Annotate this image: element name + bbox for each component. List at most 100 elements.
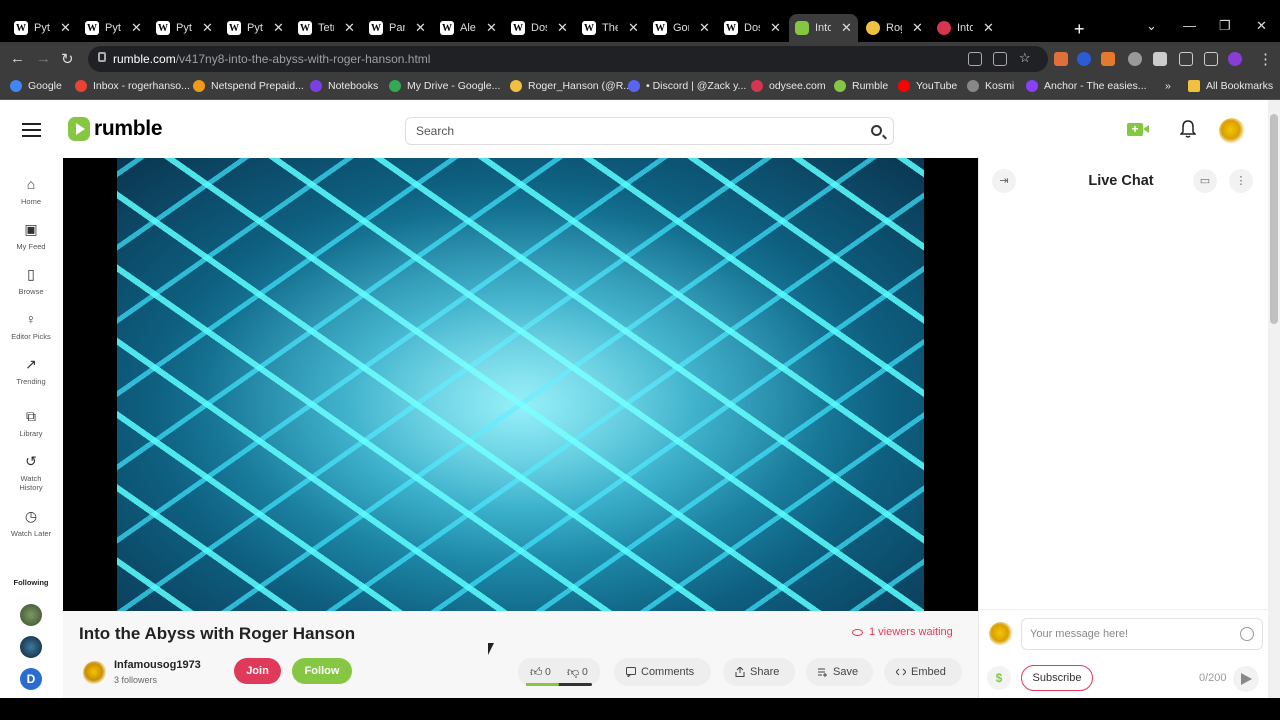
browser-tab[interactable]: W Alei ✕ bbox=[440, 14, 497, 42]
follow-button[interactable]: Follow bbox=[292, 658, 352, 684]
bookmark-item[interactable]: Notebooks bbox=[310, 80, 378, 92]
bookmark-star-icon[interactable]: ☆ bbox=[1019, 50, 1031, 66]
embed-button[interactable]: Embed bbox=[884, 658, 962, 686]
chat-options-icon[interactable]: ⋮ bbox=[1229, 169, 1253, 193]
join-button[interactable]: Join bbox=[234, 658, 281, 684]
close-tab-icon[interactable]: ✕ bbox=[486, 20, 497, 36]
search-input[interactable] bbox=[406, 118, 846, 144]
save-button[interactable]: Save bbox=[806, 658, 873, 686]
profile-avatar[interactable] bbox=[1228, 52, 1242, 66]
scrollbar-thumb[interactable] bbox=[1270, 114, 1278, 324]
browser-tab[interactable]: W The ✕ bbox=[582, 14, 639, 42]
minimize-button[interactable]: — bbox=[1183, 18, 1196, 33]
more-bookmarks-button[interactable]: » bbox=[1165, 80, 1171, 92]
thumbs-down-icon[interactable]: 👎︎ bbox=[567, 665, 579, 680]
user-avatar[interactable] bbox=[1219, 118, 1245, 144]
browser-tab[interactable]: Into ✕ bbox=[789, 14, 858, 42]
browser-tab[interactable]: Rog ✕ bbox=[866, 14, 923, 42]
bookmark-item[interactable]: Netspend Prepaid... bbox=[193, 80, 304, 92]
subscribe-button[interactable]: Subscribe bbox=[1021, 665, 1093, 691]
close-window-button[interactable]: ✕ bbox=[1256, 18, 1267, 34]
go-live-camera-icon[interactable]: + bbox=[1127, 123, 1149, 136]
forward-button[interactable]: → bbox=[36, 50, 51, 67]
close-tab-icon[interactable]: ✕ bbox=[699, 20, 710, 36]
bookmark-item[interactable]: • Discord | @Zack y... bbox=[628, 80, 746, 92]
close-tab-icon[interactable]: ✕ bbox=[273, 20, 284, 36]
channel-avatar[interactable] bbox=[83, 661, 107, 685]
reading-list-icon[interactable] bbox=[1179, 52, 1193, 66]
bookmark-item[interactable]: Roger_Hanson (@R... bbox=[510, 80, 632, 92]
browser-tab[interactable]: W Pyt ✕ bbox=[227, 14, 284, 42]
browser-tab[interactable]: W Tetr ✕ bbox=[298, 14, 355, 42]
restore-button[interactable]: ❐ bbox=[1219, 18, 1231, 34]
search-icon[interactable] bbox=[871, 125, 882, 136]
bookmark-item[interactable]: Anchor - The easies... bbox=[1026, 80, 1147, 92]
sidebar-item-home[interactable]: ⌂ Home bbox=[0, 176, 62, 206]
close-tab-icon[interactable]: ✕ bbox=[415, 20, 426, 36]
close-tab-icon[interactable]: ✕ bbox=[841, 20, 852, 36]
chat-message-input[interactable] bbox=[1022, 619, 1222, 649]
bookmark-item[interactable]: My Drive - Google... bbox=[389, 80, 500, 92]
browser-tab[interactable]: W Pyt ✕ bbox=[85, 14, 142, 42]
sidebar-item-watch-history[interactable]: ↺ Watch History bbox=[0, 453, 62, 492]
browser-tab[interactable]: W Pan ✕ bbox=[369, 14, 426, 42]
notifications-bell-icon[interactable] bbox=[1180, 120, 1196, 138]
extension-icon[interactable] bbox=[1054, 52, 1068, 66]
share-page-icon[interactable] bbox=[993, 52, 1007, 66]
close-tab-icon[interactable]: ✕ bbox=[202, 20, 213, 36]
new-tab-button[interactable]: + bbox=[1074, 19, 1085, 40]
menu-kebab-icon[interactable]: ⋮ bbox=[1258, 50, 1273, 68]
share-button[interactable]: Share bbox=[723, 658, 795, 686]
menu-hamburger-icon[interactable] bbox=[22, 123, 41, 137]
sidebar-item-browse[interactable]: ▯ Browse bbox=[0, 266, 62, 296]
page-scrollbar[interactable] bbox=[1268, 100, 1280, 698]
emoji-icon[interactable] bbox=[1240, 627, 1254, 641]
extension-icon[interactable] bbox=[1077, 52, 1091, 66]
close-tab-icon[interactable]: ✕ bbox=[983, 20, 994, 36]
camera-off-icon[interactable] bbox=[968, 52, 982, 66]
address-bar[interactable]: rumble.com/v417ny8-into-the-abyss-with-r… bbox=[88, 46, 1048, 72]
browser-tab[interactable]: W Dos ✕ bbox=[724, 14, 781, 42]
extensions-puzzle-icon[interactable] bbox=[1153, 52, 1167, 66]
thumbs-up-icon[interactable]: 👍︎ bbox=[530, 665, 543, 680]
bookmark-item[interactable]: Google bbox=[10, 80, 62, 92]
all-bookmarks-button[interactable]: All Bookmarks bbox=[1188, 80, 1273, 92]
browser-tab[interactable]: W Gor ✕ bbox=[653, 14, 710, 42]
send-icon[interactable] bbox=[1233, 666, 1259, 692]
browser-tab[interactable]: Into ✕ bbox=[937, 14, 994, 42]
sidebar-item-my-feed[interactable]: ▣ My Feed bbox=[0, 221, 62, 251]
metamask-icon[interactable] bbox=[1101, 52, 1115, 66]
rumble-logo[interactable]: rumble bbox=[68, 117, 163, 141]
close-tab-icon[interactable]: ✕ bbox=[912, 20, 923, 36]
popout-chat-icon[interactable]: ▭ bbox=[1193, 169, 1217, 193]
browser-tab[interactable]: W Dos ✕ bbox=[511, 14, 568, 42]
close-tab-icon[interactable]: ✕ bbox=[628, 20, 639, 36]
rant-dollar-icon[interactable]: $ bbox=[987, 666, 1011, 690]
video-player[interactable] bbox=[63, 158, 978, 611]
browser-tab[interactable]: W Pyt ✕ bbox=[14, 14, 71, 42]
back-button[interactable]: ← bbox=[10, 50, 25, 67]
following-channel-avatar[interactable] bbox=[20, 604, 42, 626]
browser-tab[interactable]: W Pyt ✕ bbox=[156, 14, 213, 42]
close-tab-icon[interactable]: ✕ bbox=[344, 20, 355, 36]
sidebar-item-trending[interactable]: ↗ Trending bbox=[0, 356, 62, 386]
bookmark-item[interactable]: odysee.com bbox=[751, 80, 826, 92]
side-panel-icon[interactable] bbox=[1204, 52, 1218, 66]
tab-search-icon[interactable]: ⌄ bbox=[1146, 18, 1157, 34]
close-tab-icon[interactable]: ✕ bbox=[60, 20, 71, 36]
close-tab-icon[interactable]: ✕ bbox=[770, 20, 781, 36]
bookmark-item[interactable]: YouTube bbox=[898, 80, 957, 92]
following-channel-avatar[interactable] bbox=[20, 636, 42, 658]
bookmark-item[interactable]: Inbox - rogerhanso... bbox=[75, 80, 190, 92]
close-tab-icon[interactable]: ✕ bbox=[131, 20, 142, 36]
comments-button[interactable]: Comments bbox=[614, 658, 711, 686]
sidebar-item-watch-later[interactable]: ◷ Watch Later bbox=[0, 508, 62, 538]
following-channel-avatar[interactable]: D bbox=[20, 668, 42, 690]
channel-name[interactable]: Infamousog1973 bbox=[114, 659, 201, 671]
bookmark-item[interactable]: Rumble bbox=[834, 80, 888, 92]
close-tab-icon[interactable]: ✕ bbox=[557, 20, 568, 36]
extension-icon[interactable] bbox=[1128, 52, 1142, 66]
reload-button[interactable]: ↻ bbox=[61, 50, 74, 68]
sidebar-item-editor-picks[interactable]: ♀ Editor Picks bbox=[0, 311, 62, 341]
sidebar-item-library[interactable]: ⧉ Library bbox=[0, 408, 62, 438]
